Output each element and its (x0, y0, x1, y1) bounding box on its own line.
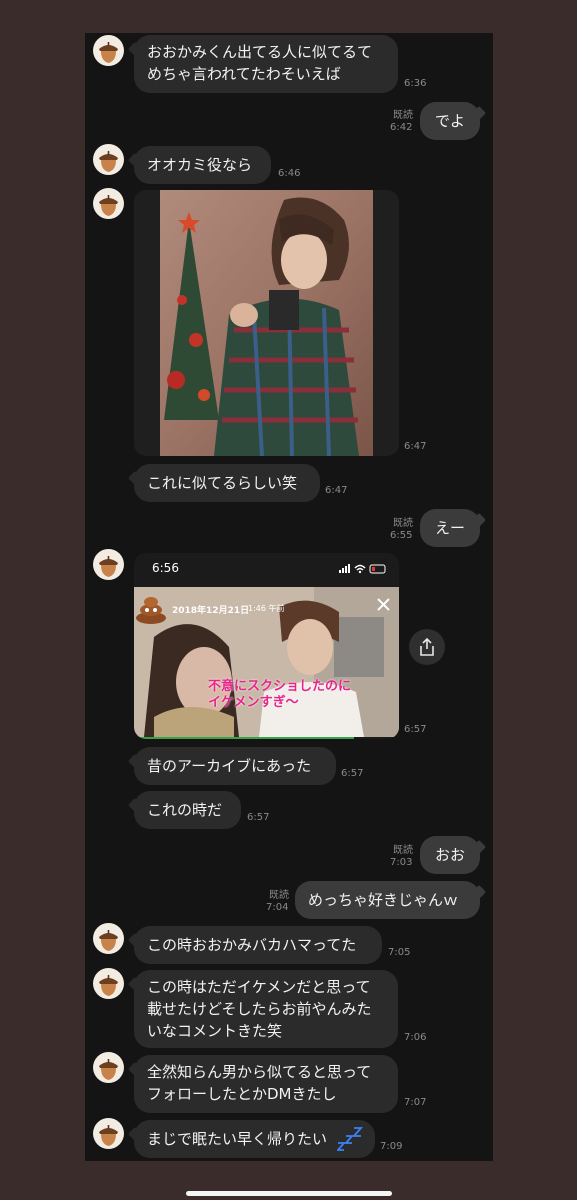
close-icon[interactable] (376, 597, 391, 612)
contact-avatar[interactable] (93, 923, 124, 954)
sleep-zzz-icon (337, 1127, 363, 1151)
chat-panel: おおかみくん出てる人に似てるて めちゃ言われてたわそいえば 6:36 既読 6:… (85, 33, 493, 1161)
message-time: 6:55 (390, 530, 413, 541)
message-bubble[interactable]: これに似てるらしい笑 (134, 464, 320, 502)
message-time: 6:47 (325, 485, 348, 496)
message-bubble[interactable]: おおかみくん出てる人に似てるて めちゃ言われてたわそいえば (134, 35, 398, 93)
video-frame: 2018年12月21日 1:46 午前 不意にスクショしたのに イケメンすぎ〜 (134, 587, 399, 737)
message-time: 6:57 (341, 768, 364, 779)
contact-avatar[interactable] (93, 1118, 124, 1149)
poop-emoji-icon (136, 597, 166, 624)
read-receipt: 既読 (393, 518, 413, 529)
message-time: 7:09 (380, 1141, 403, 1152)
message-time: 6:46 (278, 168, 301, 179)
acorn-icon (99, 975, 118, 996)
message-bubble[interactable]: でよ (420, 102, 480, 140)
portrait-photo (160, 190, 373, 456)
message-time: 6:47 (404, 441, 427, 452)
message-time: 7:04 (266, 902, 289, 913)
message-bubble[interactable]: この時おおかみバカハマってた (134, 926, 382, 964)
contact-avatar[interactable] (93, 968, 124, 999)
message-bubble[interactable]: 昔のアーカイブにあった (134, 747, 336, 785)
message-bubble[interactable]: これの時だ (134, 791, 241, 829)
contact-avatar[interactable] (93, 549, 124, 580)
contact-avatar[interactable] (93, 35, 124, 66)
contact-avatar[interactable] (93, 1052, 124, 1083)
share-button[interactable] (409, 629, 445, 665)
message-bubble[interactable]: オオカミ役なら (134, 146, 271, 184)
contact-avatar[interactable] (93, 144, 124, 175)
status-bar-time: 6:56 (152, 561, 179, 575)
read-receipt: 既読 (393, 845, 413, 856)
message-time: 6:57 (247, 812, 270, 823)
video-progress-bar (134, 737, 354, 739)
share-icon (420, 638, 434, 656)
message-time: 7:07 (404, 1097, 427, 1108)
acorn-icon (99, 556, 118, 577)
post-date: 2018年12月21日 (172, 606, 250, 616)
message-time: 6:36 (404, 78, 427, 89)
read-receipt: 既読 (269, 890, 289, 901)
status-icons (339, 564, 386, 574)
acorn-icon (99, 195, 118, 216)
photo-message[interactable] (134, 190, 399, 456)
acorn-icon (99, 930, 118, 951)
message-time: 7:05 (388, 947, 411, 958)
message-text: まじで眠たい早く帰りたい (147, 1130, 328, 1148)
acorn-icon (99, 151, 118, 172)
message-bubble[interactable]: この時はただイケメンだと思って 載せたけどそしたらお前やんみた いなコメントきた… (134, 970, 398, 1048)
video-caption-line1: 不意にスクショしたのに (208, 679, 352, 694)
message-time: 6:42 (390, 122, 413, 133)
acorn-icon (99, 1059, 118, 1080)
video-caption-line2: イケメンすぎ〜 (208, 695, 299, 710)
acorn-icon (99, 42, 118, 63)
message-time: 7:06 (404, 1032, 427, 1043)
message-time: 6:57 (404, 724, 427, 735)
message-bubble[interactable]: えー (420, 509, 480, 547)
post-time: 1:46 午前 (248, 604, 285, 613)
home-indicator[interactable] (186, 1191, 392, 1196)
screenshot-message[interactable]: 6:56 2018年12月21日 1:46 午前 不意にスクショしたのに イケメ… (134, 553, 399, 739)
message-bubble[interactable]: めっちゃ好きじゃんｗ (295, 881, 480, 919)
message-bubble[interactable]: おお (420, 836, 480, 874)
message-bubble[interactable]: 全然知らん男から似てると思って フォローしたとかDMきたし (134, 1055, 398, 1113)
read-receipt: 既読 (393, 110, 413, 121)
acorn-icon (99, 1125, 118, 1146)
contact-avatar[interactable] (93, 188, 124, 219)
message-bubble[interactable]: まじで眠たい早く帰りたい (134, 1120, 375, 1158)
message-time: 7:03 (390, 857, 413, 868)
